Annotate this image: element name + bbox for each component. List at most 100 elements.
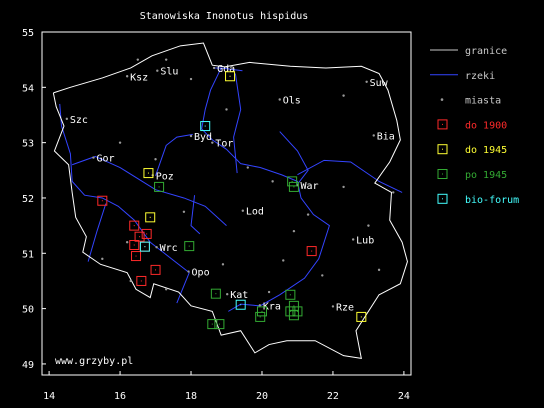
city-label: War — [300, 181, 318, 192]
site-center-dot — [155, 269, 157, 271]
town-dot — [292, 229, 296, 233]
site-center-dot — [211, 323, 213, 325]
town-dot — [189, 77, 193, 81]
x-tick-label: 22 — [327, 391, 339, 402]
city-dot — [365, 80, 368, 83]
city-dot — [278, 98, 281, 101]
city-dot — [156, 69, 159, 72]
legend-label: do 1900 — [465, 120, 507, 131]
town-dot — [101, 257, 104, 261]
city-dot — [92, 156, 95, 159]
site-center-dot — [135, 255, 137, 257]
legend-square-dot — [442, 173, 443, 175]
site-center-dot — [188, 245, 190, 247]
city-label: Wrc — [160, 243, 178, 254]
site-center-dot — [293, 305, 295, 307]
city-label: Lod — [246, 207, 264, 218]
city-label: Bia — [377, 131, 395, 142]
y-tick-label: 54 — [22, 83, 34, 94]
x-tick-label: 24 — [398, 391, 410, 402]
town-dot — [267, 290, 271, 294]
city-dot — [187, 270, 190, 273]
legend-square-dot — [442, 148, 443, 150]
town-dot — [392, 191, 395, 194]
y-tick-label: 49 — [22, 360, 34, 371]
town-dot — [129, 279, 132, 283]
site-center-dot — [146, 233, 148, 235]
legend-label: do 1945 — [465, 145, 507, 156]
site-center-dot — [140, 280, 142, 282]
site-center-dot — [133, 225, 135, 227]
city-label: Ols — [283, 95, 301, 106]
legend-label: po 1945 — [465, 170, 507, 181]
town-dot — [306, 213, 310, 216]
city-dot — [258, 304, 262, 307]
site-center-dot — [261, 310, 263, 312]
site-center-dot — [360, 316, 362, 318]
map-background — [0, 0, 544, 408]
site-center-dot — [149, 216, 151, 218]
city-dot — [155, 246, 158, 249]
town-dot — [246, 166, 249, 169]
city-label: Rze — [336, 302, 354, 313]
y-tick-label: 52 — [22, 194, 34, 205]
city-dot — [372, 134, 375, 137]
town-dot — [164, 288, 168, 291]
legend-square-dot — [442, 123, 443, 125]
city-label: Gor — [96, 154, 114, 165]
legend-label: rzeki — [465, 71, 495, 82]
site-center-dot — [229, 75, 231, 77]
town-dot — [377, 268, 381, 272]
city-dot — [226, 293, 229, 296]
town-dot — [154, 158, 157, 161]
footer-url: www.grzyby.pl — [55, 356, 133, 367]
city-label: Szc — [70, 115, 88, 126]
city-dot — [189, 134, 193, 138]
city-dot — [212, 66, 216, 70]
site-center-dot — [289, 294, 291, 296]
distribution-map: Stanowiska Inonotus hispidus 14 16 18 20 22 2… — [0, 0, 544, 408]
site-center-dot — [147, 172, 149, 174]
city-dot — [125, 75, 129, 78]
x-tick-label: 14 — [43, 391, 55, 402]
x-tick-label: 18 — [185, 391, 197, 402]
town-dot — [342, 94, 345, 97]
town-dot — [342, 185, 345, 189]
site-center-dot — [144, 246, 146, 248]
city-label: Suw — [370, 78, 389, 89]
site-center-dot — [311, 250, 313, 252]
y-tick-label: 50 — [22, 305, 34, 316]
site-center-dot — [218, 323, 220, 325]
town-dot — [271, 180, 274, 183]
site-center-dot — [215, 293, 217, 295]
map-title: Stanowiska Inonotus hispidus — [140, 11, 309, 22]
site-center-dot — [240, 304, 242, 306]
site-center-dot — [293, 186, 295, 188]
legend-label: miasta — [465, 96, 501, 107]
site-center-dot — [139, 236, 141, 238]
site-center-dot — [158, 186, 160, 188]
legend-dot-swatch — [440, 98, 444, 101]
town-dot — [221, 263, 225, 266]
city-label: Poz — [156, 171, 174, 182]
site-center-dot — [293, 314, 295, 316]
city-label: Opo — [192, 268, 210, 279]
town-dot — [118, 141, 122, 144]
legend-square-dot — [442, 198, 443, 200]
town-dot — [136, 58, 139, 61]
city-dot — [241, 209, 245, 212]
town-dot — [125, 241, 129, 244]
city-label: Tor — [215, 139, 233, 150]
site-center-dot — [291, 180, 293, 182]
city-label: Slu — [160, 67, 178, 78]
city-dot — [331, 305, 335, 308]
site-center-dot — [259, 316, 261, 318]
town-dot — [321, 274, 324, 277]
city-dot — [65, 117, 69, 121]
town-dot — [164, 58, 168, 61]
legend-label: bio-forum — [465, 195, 519, 206]
city-label: Lub — [356, 235, 374, 246]
x-tick-label: 16 — [114, 391, 126, 402]
city-label: Gda — [217, 64, 235, 75]
y-tick-label: 51 — [22, 249, 34, 260]
